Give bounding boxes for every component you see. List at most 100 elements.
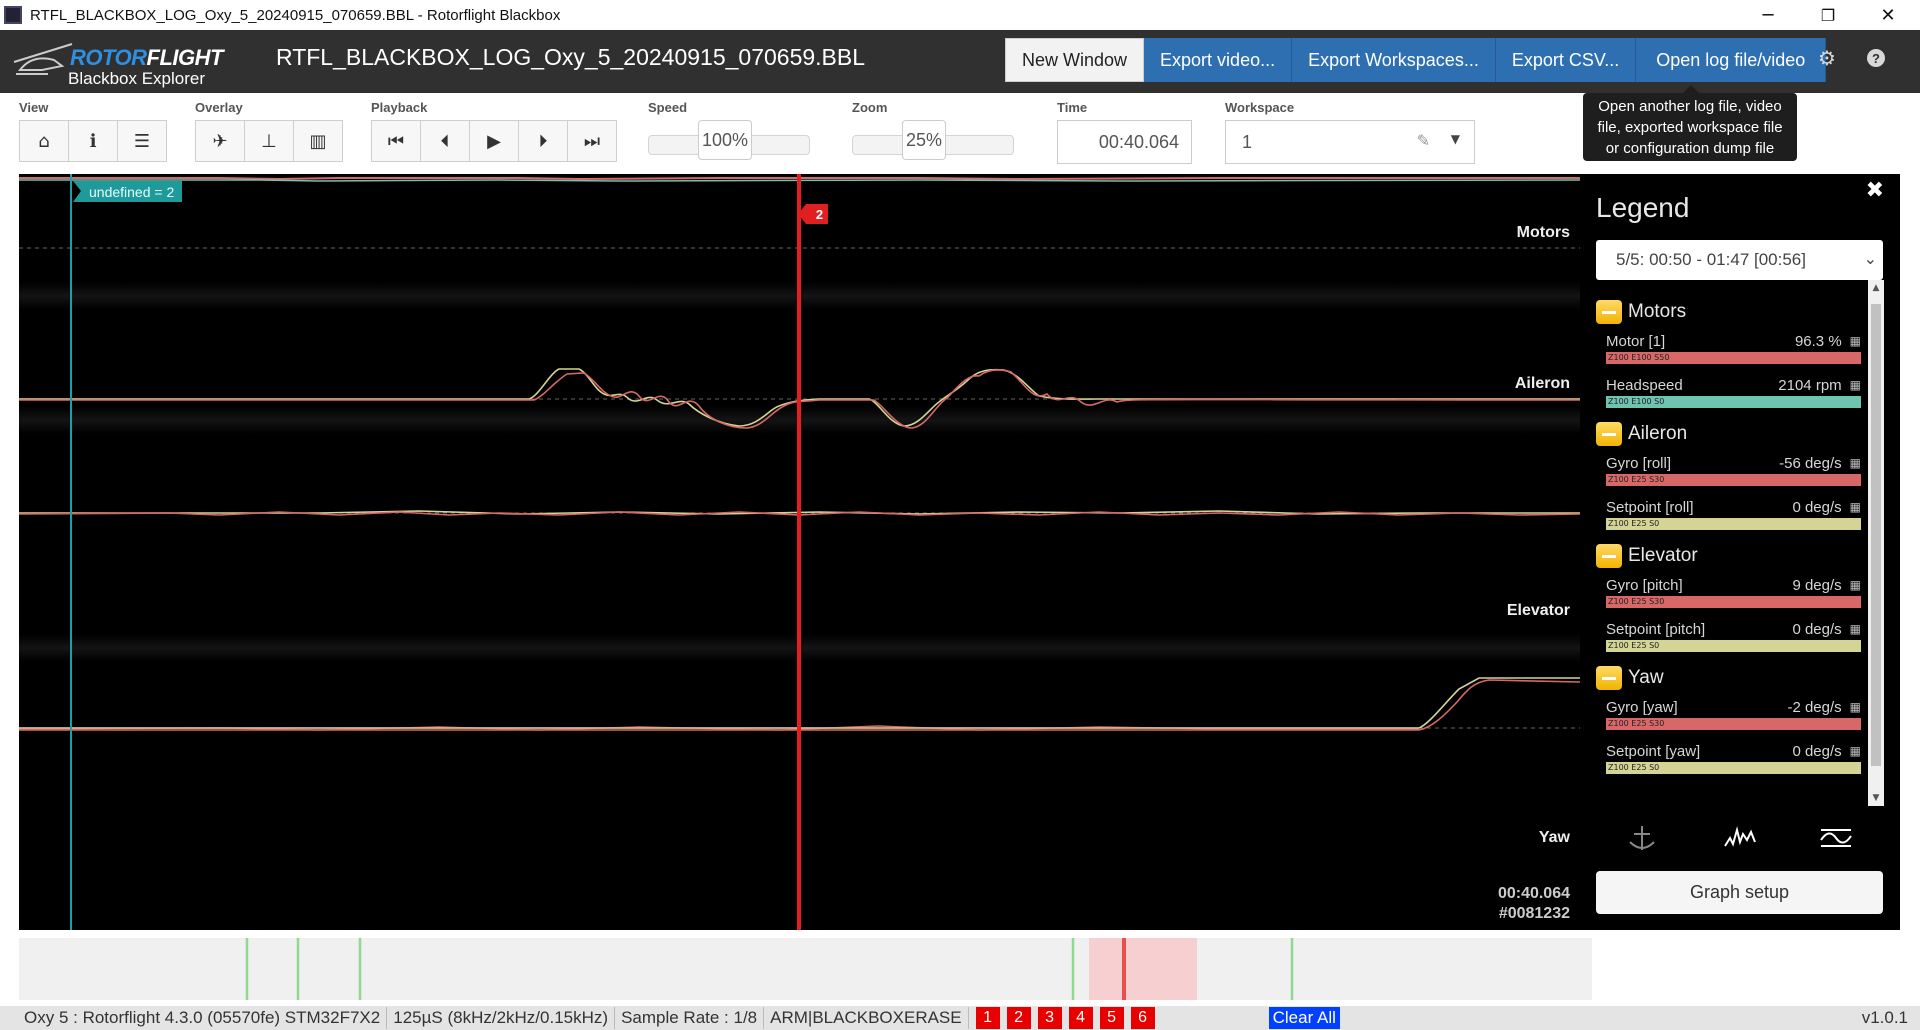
speed-slider[interactable]: 100% — [648, 120, 810, 162]
flight-flags: ARM|BLACKBOXERASE — [764, 1007, 969, 1029]
analyser-overlay-icon[interactable]: ▥ — [293, 120, 343, 162]
histogram-icon[interactable]: ▦ — [1850, 622, 1861, 636]
speed-slider-knob[interactable]: 100% — [698, 120, 752, 160]
smoothing-icon[interactable] — [1818, 822, 1854, 854]
graph-setup-button[interactable]: Graph setup — [1596, 871, 1883, 914]
field-value: -56 deg/s — [1779, 454, 1842, 472]
time-readout: 00:40.064 #0081232 — [1498, 884, 1570, 924]
field-value: 0 deg/s — [1792, 742, 1842, 760]
field-scale-bar: Z100 E100 S50 — [1606, 352, 1861, 364]
home-icon[interactable]: ⌂ — [19, 120, 69, 162]
clear-all-button[interactable]: Clear All — [1268, 1007, 1340, 1029]
gear-icon[interactable]: ⚙ — [1815, 46, 1839, 70]
zoom-slider-knob[interactable]: 25% — [902, 120, 946, 160]
histogram-icon[interactable]: ▦ — [1850, 578, 1861, 592]
jump-end-icon[interactable]: ⏭ — [567, 120, 617, 162]
marker-button-5[interactable]: 5 — [1099, 1007, 1124, 1029]
play-icon[interactable]: ▶ — [469, 120, 519, 162]
marker-button-2[interactable]: 2 — [1006, 1007, 1031, 1029]
graph-label-elevator: Elevator — [1506, 602, 1570, 619]
time-label: Time — [1057, 100, 1088, 115]
workspace-select[interactable]: 1 ✎ ▼ — [1225, 120, 1475, 164]
collapse-group-button[interactable] — [1596, 300, 1622, 324]
field-name: Headspeed — [1606, 376, 1683, 394]
log-selector[interactable]: 5/5: 00:50 - 01:47 [00:56] ⌄ — [1596, 240, 1883, 280]
step-forward-icon[interactable]: ⏵ — [518, 120, 568, 162]
info-icon[interactable]: ℹ — [68, 120, 118, 162]
event-marker-tag: undefined = 2 — [73, 181, 183, 202]
zoom-slider[interactable]: 25% — [852, 120, 1014, 162]
export-video-button[interactable]: Export video... — [1144, 38, 1293, 82]
legend-field[interactable]: Gyro [pitch] 9 deg/s ▦ Z100 E25 S30 — [1606, 576, 1861, 608]
histogram-icon[interactable]: ▦ — [1850, 500, 1861, 514]
histogram-icon[interactable]: ▦ — [1850, 700, 1861, 714]
graph-label-aileron: Aileron — [1514, 375, 1570, 392]
field-name: Setpoint [pitch] — [1606, 620, 1706, 638]
chevron-down-icon[interactable]: ▼ — [1451, 132, 1460, 146]
histogram-icon[interactable]: ▦ — [1850, 456, 1861, 470]
jump-start-icon[interactable]: ⏮ — [371, 120, 421, 162]
overlay-label: Overlay — [195, 100, 243, 115]
export-csv-button[interactable]: Export CSV... — [1495, 38, 1637, 82]
export-workspaces-button[interactable]: Export Workspaces... — [1292, 38, 1496, 82]
minimize-button[interactable]: ─ — [1740, 0, 1796, 30]
overlay-group: Overlay ✈ ⊥ ▥ — [195, 100, 343, 162]
collapse-group-button[interactable] — [1596, 666, 1622, 690]
legend-field[interactable]: Gyro [yaw] -2 deg/s ▦ Z100 E25 S30 — [1606, 698, 1861, 730]
new-window-button[interactable]: New Window — [1005, 38, 1145, 82]
seek-bar[interactable] — [19, 938, 1592, 1000]
log-filename: RTFL_BLACKBOX_LOG_Oxy_5_20240915_070659.… — [276, 44, 866, 70]
help-icon[interactable]: ? — [1864, 46, 1888, 70]
field-name: Gyro [yaw] — [1606, 698, 1678, 716]
sticks-overlay-icon[interactable]: ⊥ — [244, 120, 294, 162]
legend-title: Legend — [1596, 192, 1690, 223]
marker-button-6[interactable]: 6 — [1130, 1007, 1155, 1029]
legend-close-icon[interactable]: ✖ — [1866, 178, 1884, 203]
open-log-button[interactable]: Open log file/video — [1636, 38, 1827, 82]
app-subtitle: Blackbox Explorer — [68, 69, 206, 88]
legend-field[interactable]: Setpoint [roll] 0 deg/s ▦ Z100 E25 S0 — [1606, 498, 1861, 530]
zoom-group: Zoom 25% — [852, 100, 1014, 162]
legend-field[interactable]: Headspeed 2104 rpm ▦ Z100 E100 S0 — [1606, 376, 1861, 408]
maximize-button[interactable]: ❐ — [1800, 0, 1856, 30]
view-label: View — [19, 100, 49, 115]
histogram-icon[interactable]: ▦ — [1850, 744, 1861, 758]
step-back-icon[interactable]: ⏴ — [420, 120, 470, 162]
field-value: 0 deg/s — [1792, 620, 1842, 638]
spectrum-icon[interactable] — [1722, 822, 1758, 854]
legend-scrollbar[interactable]: ▲ ▼ — [1868, 280, 1884, 806]
collapse-group-button[interactable] — [1596, 544, 1622, 568]
craft-overlay-icon[interactable]: ✈ — [195, 120, 245, 162]
legend-group-yaw: Yaw Gyro [yaw] -2 deg/s ▦ Z100 E25 S30 Set… — [1596, 664, 1868, 774]
legend-field[interactable]: Gyro [roll] -56 deg/s ▦ Z100 E25 S30 — [1606, 454, 1861, 486]
scroll-up-icon[interactable]: ▲ — [1868, 280, 1884, 296]
open-log-tooltip: Open another log file, video file, expor… — [1583, 85, 1797, 161]
app-header: ROTORFLIGHT Blackbox Explorer RTFL_BLACK… — [0, 30, 1920, 93]
marker-button-1[interactable]: 1 — [975, 1007, 1000, 1029]
legend-list: Motors Motor [1] 96.3 % ▦ Z100 E100 S50 He… — [1596, 298, 1868, 788]
legend-field[interactable]: Motor [1] 96.3 % ▦ Z100 E100 S50 — [1606, 332, 1861, 364]
graph-canvas[interactable]: undefined = 2 2 Motors Aileron Elevator … — [19, 174, 1580, 930]
edit-pencil-icon[interactable]: ✎ — [1417, 131, 1430, 150]
sample-rate: Sample Rate : 1/8 — [615, 1007, 765, 1029]
collapse-group-button[interactable] — [1596, 422, 1622, 446]
tooltip-line-3: or configuration dump file — [1605, 140, 1775, 157]
scroll-down-icon[interactable]: ▼ — [1868, 790, 1884, 806]
marker-button-4[interactable]: 4 — [1068, 1007, 1093, 1029]
legend-scrollbar-thumb[interactable] — [1871, 304, 1881, 766]
time-input[interactable]: 00:40.064 — [1057, 120, 1192, 164]
field-scale-bar: Z100 E25 S30 — [1606, 596, 1861, 608]
legend-field[interactable]: Setpoint [pitch] 0 deg/s ▦ Z100 E25 S0 — [1606, 620, 1861, 652]
anchor-icon[interactable] — [1624, 822, 1660, 854]
histogram-icon[interactable]: ▦ — [1850, 334, 1861, 348]
legend-group-name: Elevator — [1628, 545, 1698, 566]
log-selector-value: 5/5: 00:50 - 01:47 [00:56] — [1616, 250, 1806, 269]
field-name: Motor [1] — [1606, 332, 1666, 350]
marker-button-3[interactable]: 3 — [1037, 1007, 1062, 1029]
speed-label: Speed — [648, 100, 688, 115]
close-button[interactable]: ✕ — [1860, 0, 1916, 30]
list-icon[interactable]: ☰ — [117, 120, 167, 162]
histogram-icon[interactable]: ▦ — [1850, 378, 1861, 392]
tooltip-line-1: Open another log file, video — [1598, 98, 1782, 115]
legend-field[interactable]: Setpoint [yaw] 0 deg/s ▦ Z100 E25 S0 — [1606, 742, 1861, 774]
